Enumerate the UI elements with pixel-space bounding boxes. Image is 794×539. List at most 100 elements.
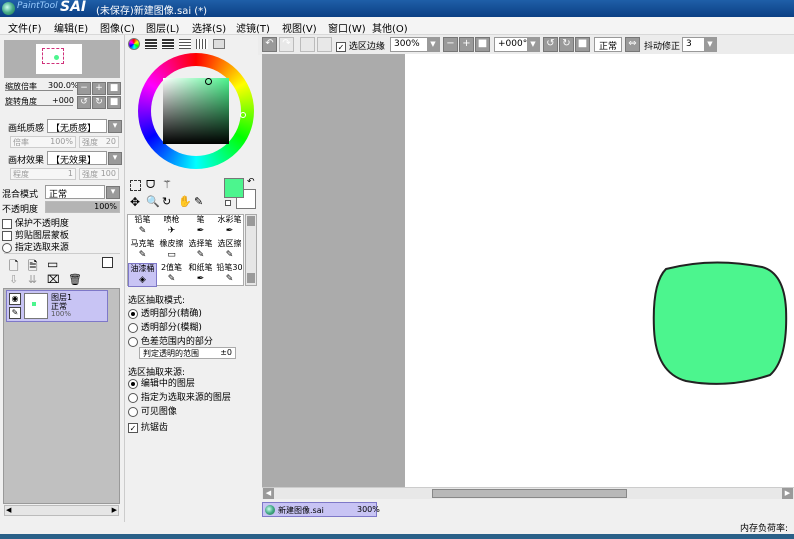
tool-scroll-down[interactable] — [247, 273, 255, 283]
selection-source-option[interactable]: 指定选取来源 — [2, 240, 69, 253]
clear-layer-icon[interactable]: ⌧ — [47, 273, 60, 286]
tool-watercolor[interactable]: 水彩笔 ✒ — [215, 215, 244, 239]
delete-layer-icon[interactable]: 🗑 — [68, 273, 82, 286]
tool-pencil[interactable]: 铅笔 ✎ — [128, 215, 157, 239]
layer-scrollbar[interactable]: ◀ ▶ — [4, 505, 119, 516]
zoom-fit-button[interactable]: ■ — [475, 37, 490, 52]
zoom-out-tb-button[interactable]: − — [443, 37, 458, 52]
antialias-option[interactable]: ✓ 抗锯齿 — [128, 420, 168, 433]
mode-option-fuzzy[interactable]: 透明部分(模糊) — [128, 320, 202, 333]
paper-texture-dropdown[interactable]: ▾ — [108, 120, 122, 133]
layer-mask-icon[interactable] — [102, 257, 113, 268]
chevron-down-icon[interactable]: ▼ — [427, 38, 439, 51]
mode-radio[interactable] — [128, 308, 138, 319]
tool-bucket[interactable]: 油漆桶 ◈ — [128, 263, 157, 287]
paper-degree-field[interactable]: 程度 1 — [10, 168, 76, 180]
chevron-down-icon[interactable]: ▼ — [704, 38, 716, 51]
navigator-viewport[interactable] — [42, 48, 64, 64]
tool-eraser[interactable]: 橡皮擦 ▭ — [157, 239, 186, 263]
source-option-current[interactable]: 编辑中的图层 — [128, 376, 195, 389]
tool-scrollbar[interactable] — [245, 214, 257, 286]
zoom-value[interactable]: 300.0% — [48, 81, 79, 90]
antialias-checkbox[interactable]: ✓ — [128, 422, 138, 433]
hue-cursor[interactable] — [240, 112, 246, 118]
redo-button[interactable]: ↷ — [279, 37, 294, 52]
selection-edge-checkbox[interactable]: ✓ — [336, 41, 346, 52]
tool-scroll-up[interactable] — [247, 216, 255, 226]
saturation-value-square[interactable] — [163, 78, 229, 144]
move-icon[interactable]: ✥ — [130, 195, 140, 209]
color-wheel[interactable] — [138, 53, 254, 169]
protect-opacity-checkbox[interactable] — [2, 218, 12, 229]
paper-strength-field[interactable]: 强度 20 — [79, 136, 119, 148]
zoom-in-tb-button[interactable]: + — [459, 37, 474, 52]
color-wheel-tab-icon[interactable] — [128, 38, 140, 50]
mixer-tab-icon[interactable] — [179, 39, 191, 49]
canvas[interactable] — [405, 54, 794, 487]
stabilizer-select[interactable]: 3 ▼ — [682, 37, 717, 52]
zoom-in-button[interactable]: + — [92, 82, 106, 95]
magic-wand-icon[interactable]: ⚚ — [162, 178, 172, 191]
source-option-visible[interactable]: 可见图像 — [128, 404, 177, 417]
scroll-left-icon[interactable]: ◀ — [6, 506, 11, 514]
scroll-thumb[interactable] — [432, 489, 627, 498]
paper-effect-select[interactable]: 【无效果】 — [47, 151, 107, 166]
tool-binary-pen[interactable]: 2值笔 ✎ — [157, 263, 186, 287]
invert-selection-button[interactable] — [317, 37, 332, 52]
lasso-icon[interactable]: ᗜ — [146, 178, 155, 192]
file-tab[interactable]: 新建图像.sai 300% — [262, 502, 380, 517]
tool-select-eraser[interactable]: 选区擦 ✎ — [215, 239, 244, 263]
menu-select[interactable]: 选择(S) — [192, 20, 226, 35]
swap-colors-icon[interactable]: ↶ — [247, 177, 255, 187]
layer-row[interactable]: ◉ ✎ 图层1 正常 100% — [6, 290, 108, 322]
deselect-button[interactable] — [300, 37, 315, 52]
source-radio[interactable] — [128, 406, 138, 417]
hsv-slider-tab-icon[interactable] — [162, 39, 174, 49]
rotate-reset-tb-button[interactable]: ■ — [575, 37, 590, 52]
rect-select-icon[interactable] — [130, 180, 141, 191]
tool-select-pen[interactable]: 选择笔 ✎ — [186, 239, 215, 263]
eye-icon[interactable]: ◉ — [9, 293, 21, 305]
scratchpad-tab-icon[interactable] — [213, 39, 225, 49]
merge-down-icon[interactable]: ⇊ — [28, 273, 37, 286]
zoom-select[interactable]: 300% ▼ — [390, 37, 440, 52]
selection-edge-toggle[interactable]: ✓ 选区边缘 — [336, 39, 385, 52]
sv-cursor[interactable] — [205, 78, 212, 85]
opacity-slider[interactable]: 100% — [45, 201, 120, 213]
blend-mode-select[interactable]: 正常 — [45, 185, 105, 200]
primary-color-swatch[interactable] — [224, 178, 244, 198]
transparent-color-icon[interactable] — [225, 200, 231, 206]
scroll-right-icon[interactable]: ▶ — [112, 506, 117, 514]
source-radio[interactable] — [128, 378, 138, 389]
rotate-view-icon[interactable]: ↻ — [162, 195, 171, 208]
canvas-horizontal-scrollbar[interactable]: ◀ ▶ — [262, 487, 794, 499]
undo-button[interactable]: ↶ — [262, 37, 277, 52]
rotate-cw-button[interactable]: ↻ — [559, 37, 574, 52]
mode-radio[interactable] — [128, 322, 138, 333]
paper-scale-field[interactable]: 倍率 100% — [10, 136, 76, 148]
transparency-range-field[interactable]: 判定透明的范围 ±0 — [139, 347, 236, 359]
rgb-slider-tab-icon[interactable] — [145, 39, 157, 49]
tool-airbrush[interactable]: 喷枪 ✈ — [157, 215, 186, 239]
blend-mode-dropdown[interactable]: ▾ — [106, 186, 120, 199]
mode-radio[interactable] — [128, 336, 138, 347]
clipping-mask-checkbox[interactable] — [2, 230, 12, 241]
zoom-out-button[interactable]: − — [77, 82, 91, 95]
transfer-down-icon[interactable]: ⇩ — [9, 273, 18, 286]
eyedropper-icon[interactable]: ✎ — [194, 195, 203, 208]
new-folder-icon[interactable]: ▭ — [47, 257, 58, 271]
paper-texture-select[interactable]: 【无质感】 — [47, 119, 107, 134]
tool-washi-pen[interactable]: 和纸笔 ✒ — [186, 263, 215, 287]
tool-marker[interactable]: 马克笔 ✎ — [128, 239, 157, 263]
tool-brush[interactable]: 笔 ✒ — [186, 215, 215, 239]
rotate-ccw-button[interactable]: ↺ — [543, 37, 558, 52]
zoom-slider[interactable] — [5, 90, 73, 91]
rotate-value[interactable]: +000 — [52, 96, 74, 105]
scroll-left-icon[interactable]: ◀ — [263, 488, 274, 499]
rotate-reset-button[interactable]: ■ — [107, 96, 121, 109]
zoom-icon[interactable]: 🔍 — [146, 195, 160, 208]
rotate-slider[interactable] — [5, 105, 73, 106]
rotation-select[interactable]: +000° ▼ — [494, 37, 540, 52]
view-mode-button[interactable]: 正常 — [594, 37, 622, 52]
brush-lock-icon[interactable]: ✎ — [9, 307, 21, 319]
